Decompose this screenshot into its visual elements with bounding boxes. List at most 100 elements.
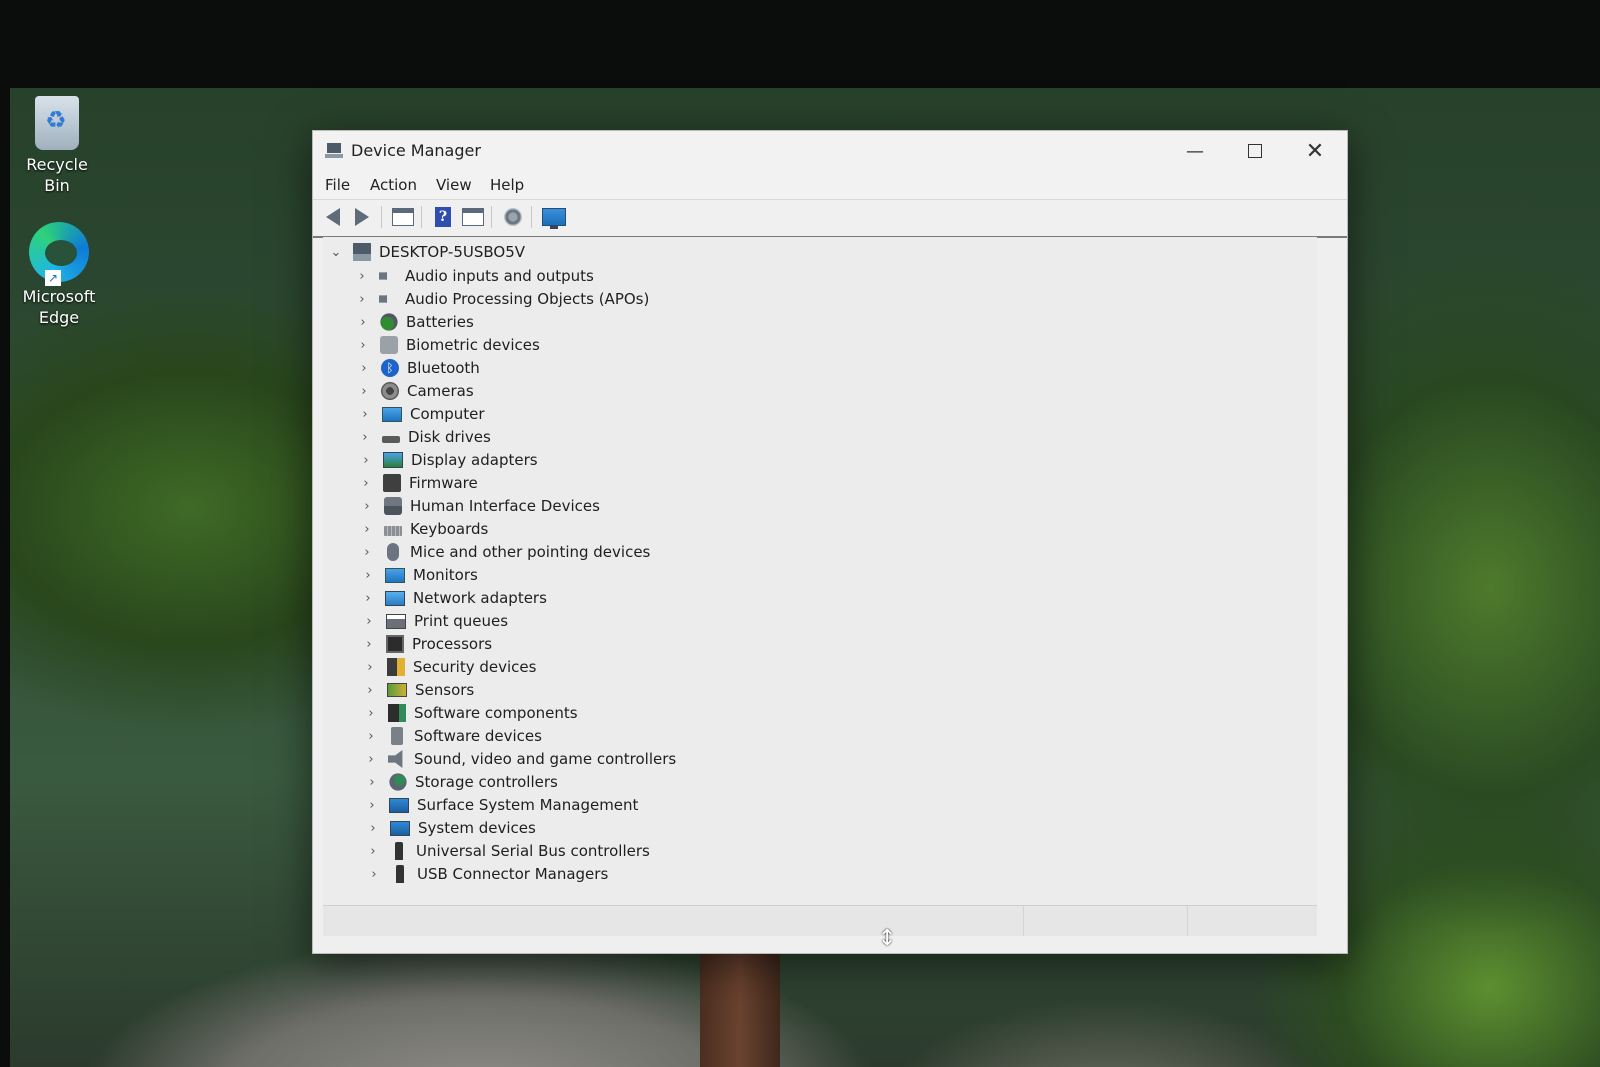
tree-item-label: Sound, video and game controllers [414, 750, 677, 768]
chevron-right-icon[interactable]: › [356, 338, 370, 353]
desktop-icon-microsoft-edge[interactable]: ↗ Microsoft Edge [14, 222, 104, 328]
tree-item-label: Processors [412, 635, 493, 653]
chevron-right-icon[interactable]: › [356, 315, 370, 330]
tree-item-keyboards[interactable]: › Keyboards [360, 518, 488, 540]
tree-item-label: Sensors [415, 681, 475, 699]
chevron-right-icon[interactable]: › [359, 453, 373, 468]
chevron-right-icon[interactable]: › [360, 522, 374, 537]
monitor-icon [385, 567, 405, 583]
chevron-right-icon[interactable]: › [365, 798, 379, 813]
speaker-icon [379, 267, 394, 285]
tree-item-sensors[interactable]: › Sensors [363, 679, 474, 701]
tree-item-display-adapters[interactable]: › Display adapters [359, 449, 537, 471]
tree-item-label: Human Interface Devices [410, 497, 600, 515]
chevron-right-icon[interactable]: › [365, 775, 379, 790]
properties-button[interactable] [391, 206, 415, 228]
tree-item-label: Surface System Management [417, 796, 639, 814]
chevron-right-icon[interactable]: › [361, 568, 375, 583]
tree-item-label: Network adapters [413, 589, 547, 607]
forward-arrow-icon [355, 208, 369, 226]
tree-item-cameras[interactable]: › Cameras [357, 380, 474, 402]
desktop-icon-recycle-bin[interactable]: ♻ Recycle Bin [12, 96, 102, 196]
tree-item-sound-video-and-game-controllers[interactable]: › Sound, video and game controllers [364, 748, 676, 770]
tree-item-processors[interactable]: › Processors [362, 633, 492, 655]
tree-item-batteries[interactable]: › Batteries [356, 311, 473, 333]
chevron-right-icon[interactable]: › [366, 821, 380, 836]
chevron-right-icon[interactable]: › [366, 844, 380, 859]
tree-item-firmware[interactable]: › Firmware [359, 472, 478, 494]
printer-icon [386, 613, 406, 629]
device-tree: ⌄ DESKTOP-5USBO5V › Audio inputs and outp… [323, 237, 1317, 905]
chevron-right-icon[interactable]: › [364, 706, 378, 721]
details-button[interactable] [461, 206, 485, 228]
chevron-right-icon[interactable]: › [363, 683, 377, 698]
tree-item-security-devices[interactable]: › Security devices [363, 656, 536, 678]
tree-item-bluetooth[interactable]: › ᛒ Bluetooth [357, 357, 480, 379]
tree-root-row[interactable]: ⌄ DESKTOP-5USBO5V [329, 241, 525, 263]
tree-item-surface-system-management[interactable]: › Surface System Management [365, 794, 638, 816]
keyboard-icon [384, 526, 402, 536]
monitor-button[interactable] [542, 206, 566, 229]
tree-item-label: Software devices [414, 727, 542, 745]
chevron-right-icon[interactable]: › [355, 292, 369, 307]
chevron-right-icon[interactable]: › [355, 269, 369, 284]
surface-icon [389, 797, 409, 813]
tree-item-monitors[interactable]: › Monitors [361, 564, 477, 586]
chevron-right-icon[interactable]: › [367, 867, 381, 882]
back-button[interactable] [321, 206, 345, 228]
disk-drive-icon [382, 436, 400, 443]
tree-item-label: Universal Serial Bus controllers [416, 842, 650, 860]
tree-item-label: Audio Processing Objects (APOs) [405, 290, 650, 308]
tree-item-usb-connector-managers[interactable]: › USB Connector Managers [367, 863, 608, 885]
tree-item-label: Firmware [409, 474, 478, 492]
chevron-right-icon[interactable]: › [360, 499, 374, 514]
menu-help[interactable]: Help [490, 176, 524, 194]
tree-item-universal-serial-bus-controllers[interactable]: › Universal Serial Bus controllers [366, 840, 650, 862]
help-button[interactable]: ? [431, 206, 455, 228]
chevron-right-icon[interactable]: › [362, 614, 376, 629]
tree-item-system-devices[interactable]: › System devices [366, 817, 536, 839]
sound-controller-icon [388, 750, 403, 768]
scan-hardware-icon [504, 208, 522, 226]
chevron-right-icon[interactable]: › [357, 361, 371, 376]
tree-item-audio-processing-objects-apos[interactable]: › Audio Processing Objects (APOs) [355, 288, 649, 310]
chevron-right-icon[interactable]: › [357, 384, 371, 399]
forward-button[interactable] [350, 206, 374, 228]
tree-item-audio-inputs-and-outputs[interactable]: › Audio inputs and outputs [355, 265, 594, 287]
chevron-right-icon[interactable]: › [360, 545, 374, 560]
computer-root-icon [353, 243, 371, 261]
close-button[interactable]: ✕ [1285, 131, 1345, 171]
chevron-right-icon[interactable]: › [358, 430, 372, 445]
chevron-right-icon[interactable]: › [359, 476, 373, 491]
menu-file[interactable]: File [325, 176, 350, 194]
bluetooth-icon: ᛒ [381, 359, 399, 377]
tree-item-print-queues[interactable]: › Print queues [362, 610, 508, 632]
tree-root-label: DESKTOP-5USBO5V [379, 243, 526, 261]
chevron-right-icon[interactable]: › [364, 752, 378, 767]
menu-view[interactable]: View [436, 176, 472, 194]
chevron-down-icon[interactable]: ⌄ [329, 245, 343, 260]
tree-item-biometric-devices[interactable]: › Biometric devices [356, 334, 540, 356]
tree-item-software-components[interactable]: › Software components [364, 702, 578, 724]
toolbar-separator [421, 206, 422, 228]
chevron-right-icon[interactable]: › [364, 729, 378, 744]
tree-item-mice-and-other-pointing-devices[interactable]: › Mice and other pointing devices [360, 541, 650, 563]
close-icon: ✕ [1305, 138, 1325, 164]
tree-item-label: System devices [418, 819, 536, 837]
scan-hardware-button[interactable] [501, 206, 525, 228]
menu-action[interactable]: Action [370, 176, 417, 194]
title-bar[interactable]: Device Manager — ✕ [313, 131, 1347, 171]
minimize-button[interactable]: — [1165, 131, 1225, 171]
hid-icon [384, 497, 402, 515]
tree-item-human-interface-devices[interactable]: › Human Interface Devices [360, 495, 600, 517]
tree-item-storage-controllers[interactable]: › Storage controllers [365, 771, 557, 793]
tree-item-software-devices[interactable]: › Software devices [364, 725, 542, 747]
tree-item-computer[interactable]: › Computer [358, 403, 484, 425]
chevron-right-icon[interactable]: › [362, 637, 376, 652]
chevron-right-icon[interactable]: › [358, 407, 372, 422]
tree-item-disk-drives[interactable]: › Disk drives [358, 426, 490, 448]
chevron-right-icon[interactable]: › [363, 660, 377, 675]
chevron-right-icon[interactable]: › [361, 591, 375, 606]
maximize-button[interactable] [1225, 131, 1285, 171]
tree-item-network-adapters[interactable]: › Network adapters [361, 587, 547, 609]
